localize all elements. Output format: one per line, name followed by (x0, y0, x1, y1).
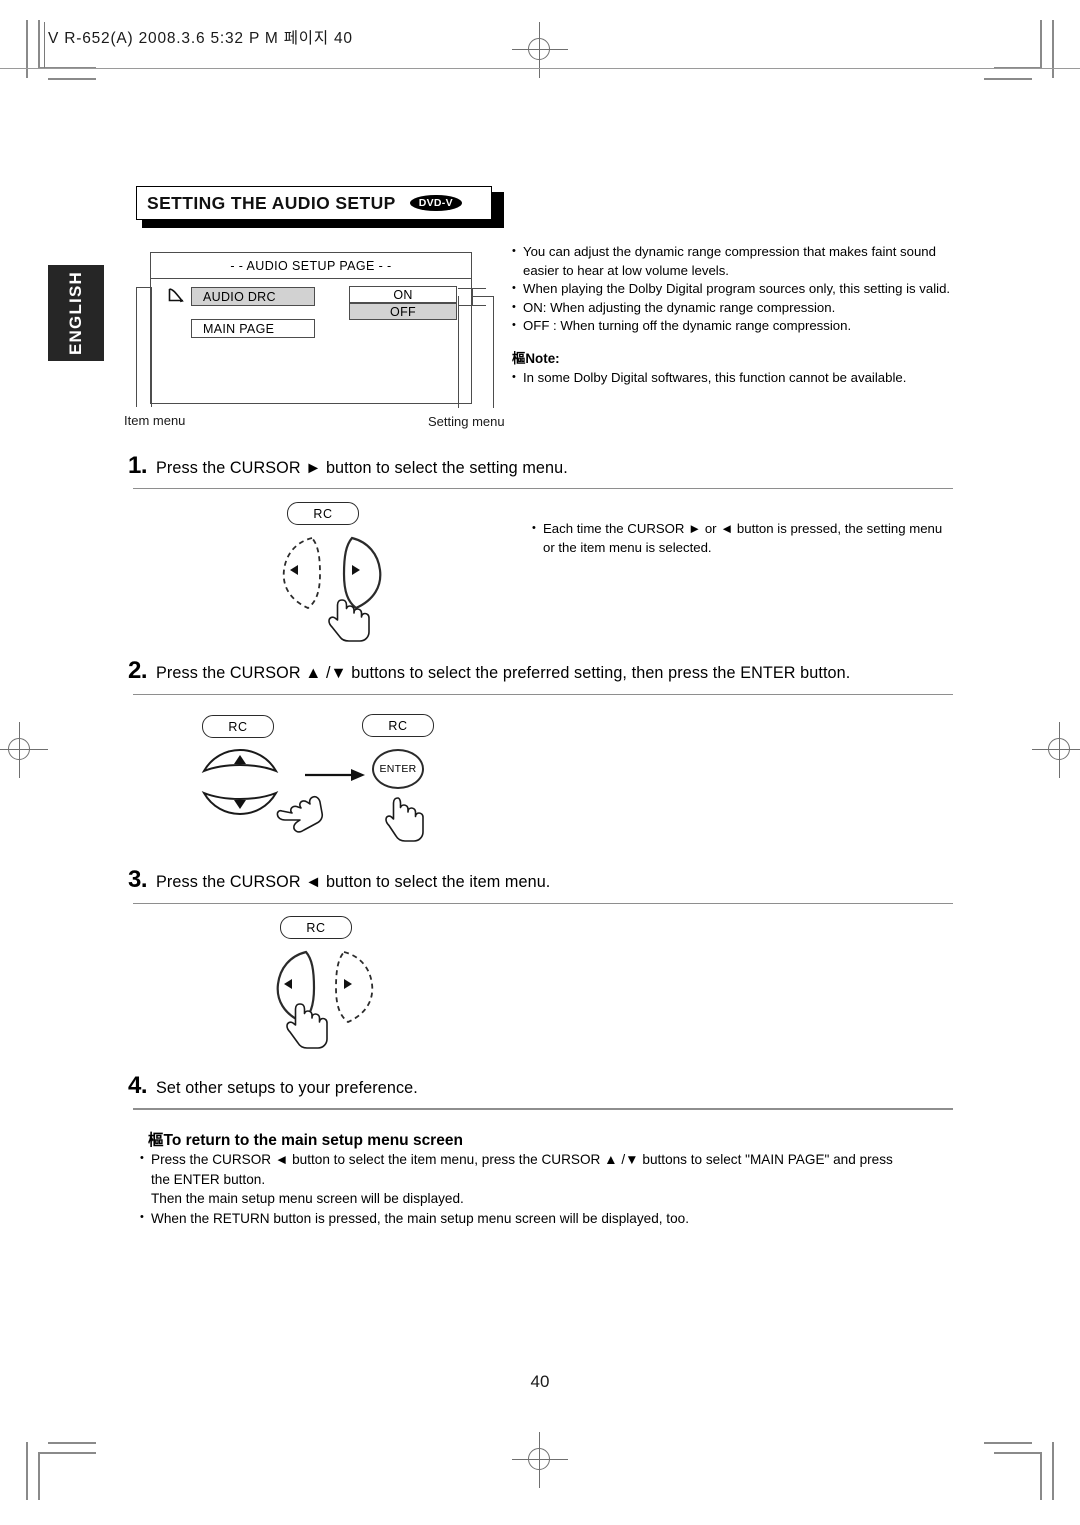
osd-setting-off-label: OFF (390, 304, 416, 319)
drc-curve-icon (168, 288, 184, 303)
step-1: 1. Press the CURSOR ► button to select t… (128, 452, 568, 480)
step-1-number: 1. (128, 452, 148, 479)
print-header: V R-652(A) 2008.3.6 5:32 P M 페이지 40 (48, 30, 353, 47)
osd-item-audio-drc-label: AUDIO DRC (203, 289, 276, 304)
enter-button-label: ENTER (379, 763, 417, 775)
step-1-note-text: Each time the CURSOR ► or ◄ button is pr… (532, 519, 952, 557)
step-2-number: 2. (128, 657, 148, 684)
step-3-text: Press the CURSOR ◄ button to select the … (156, 873, 551, 891)
pointing-hand-step3-icon (286, 1003, 328, 1049)
rc-label-step3-text: RC (306, 920, 326, 935)
step-4-number: 4. (128, 1072, 148, 1099)
footer-bullet-1-line-2: the ENTER button. (151, 1171, 266, 1187)
rc-label-step2-left: RC (202, 715, 274, 738)
language-tab-label: ENGLISH (66, 271, 85, 355)
enter-button-illustration[interactable]: ENTER (372, 749, 424, 789)
description-bullet-4: OFF : When turning off the dynamic range… (512, 316, 964, 336)
item-menu-connector-h (136, 287, 152, 289)
osd-item-main-page[interactable]: MAIN PAGE (191, 319, 315, 338)
osd-setting-on[interactable]: ON (349, 286, 457, 303)
osd-setting-on-label: ON (393, 287, 413, 302)
page-title: SETTING THE AUDIO SETUP (147, 192, 396, 213)
pointing-hand-step2-enter-icon (385, 797, 424, 842)
dvd-v-badge: DVD-V (409, 194, 462, 212)
step-2-divider (133, 694, 953, 695)
step-3: 3. Press the CURSOR ◄ button to select t… (128, 866, 550, 894)
note-bullet-1: In some Dolby Digital softwares, this fu… (512, 368, 964, 388)
footer-body: Press the CURSOR ◄ button to select the … (140, 1149, 960, 1229)
note-heading: 樞Note: (512, 350, 560, 366)
step-4: 4. Set other setups to your preference. (128, 1072, 418, 1100)
setting-menu-connector-v3 (458, 296, 460, 408)
header-divider (44, 22, 45, 68)
step-3-number: 3. (128, 866, 148, 893)
setting-menu-connector-h3 (472, 296, 494, 298)
rc-label-step2-left-text: RC (228, 719, 248, 734)
registration-mark-top (512, 22, 568, 78)
registration-mark-left (0, 722, 48, 778)
description-bullet-1: You can adjust the dynamic range compres… (512, 242, 964, 280)
registration-mark-bottom (512, 1432, 568, 1488)
section-title: SETTING THE AUDIO SETUP DVD-V (136, 186, 504, 228)
step-3-divider (133, 903, 953, 904)
step-2-text: Press the CURSOR ▲ /▼ buttons to select … (156, 664, 851, 682)
step-1-text: Press the CURSOR ► button to select the … (156, 459, 568, 477)
cursor-up-down-buttons-step2 (201, 748, 279, 816)
item-menu-connector-v1 (136, 287, 138, 407)
title-box: SETTING THE AUDIO SETUP DVD-V (136, 186, 492, 220)
step-4-divider (133, 1108, 953, 1110)
footer-heading: 樞To return to the main setup menu screen (148, 1132, 463, 1149)
osd-menu-illustration: - - AUDIO SETUP PAGE - - AUDIO DRC MAIN … (150, 252, 472, 404)
description-bullet-2: When playing the Dolby Digital program s… (512, 279, 964, 299)
description-bullet-3: ON: When adjusting the dynamic range com… (512, 298, 964, 318)
osd-menu-title: - - AUDIO SETUP PAGE - - (151, 253, 471, 279)
registration-mark-right (1032, 722, 1080, 778)
setting-menu-connector-v2 (493, 296, 495, 408)
rc-label-step1-text: RC (313, 506, 333, 521)
step-2: 2. Press the CURSOR ▲ /▼ buttons to sele… (128, 657, 850, 685)
rc-label-step2-right: RC (362, 714, 434, 737)
osd-setting-off[interactable]: OFF (349, 303, 457, 320)
step-1-note: Each time the CURSOR ► or ◄ button is pr… (532, 519, 952, 557)
rc-label-step1: RC (287, 502, 359, 525)
osd-item-main-page-label: MAIN PAGE (203, 321, 275, 336)
description-bullets: You can adjust the dynamic range compres… (512, 242, 964, 388)
step-1-divider (133, 488, 953, 489)
footer-bullet-1-line-3: Then the main setup menu screen will be … (151, 1191, 464, 1206)
pointing-hand-step1-icon (328, 599, 370, 642)
footer-bullet-1-line-1: Press the CURSOR ◄ button to select the … (140, 1149, 960, 1170)
language-tab-english: ENGLISH (48, 265, 104, 361)
flow-arrow-icon (305, 769, 365, 781)
item-menu-label: Item menu (124, 413, 186, 428)
osd-item-audio-drc[interactable]: AUDIO DRC (191, 287, 315, 306)
footer-bullet-2: When the RETURN button is pressed, the m… (140, 1208, 960, 1229)
item-menu-connector-v2 (151, 287, 153, 407)
pointing-hand-step2-side-icon (276, 795, 324, 833)
trim-line-top (0, 68, 1080, 69)
rc-label-step3: RC (280, 916, 352, 939)
setting-menu-label: Setting menu (428, 414, 505, 429)
step-4-text: Set other setups to your preference. (156, 1079, 418, 1097)
page-number: 40 (530, 1372, 550, 1391)
rc-label-step2-right-text: RC (388, 718, 408, 733)
